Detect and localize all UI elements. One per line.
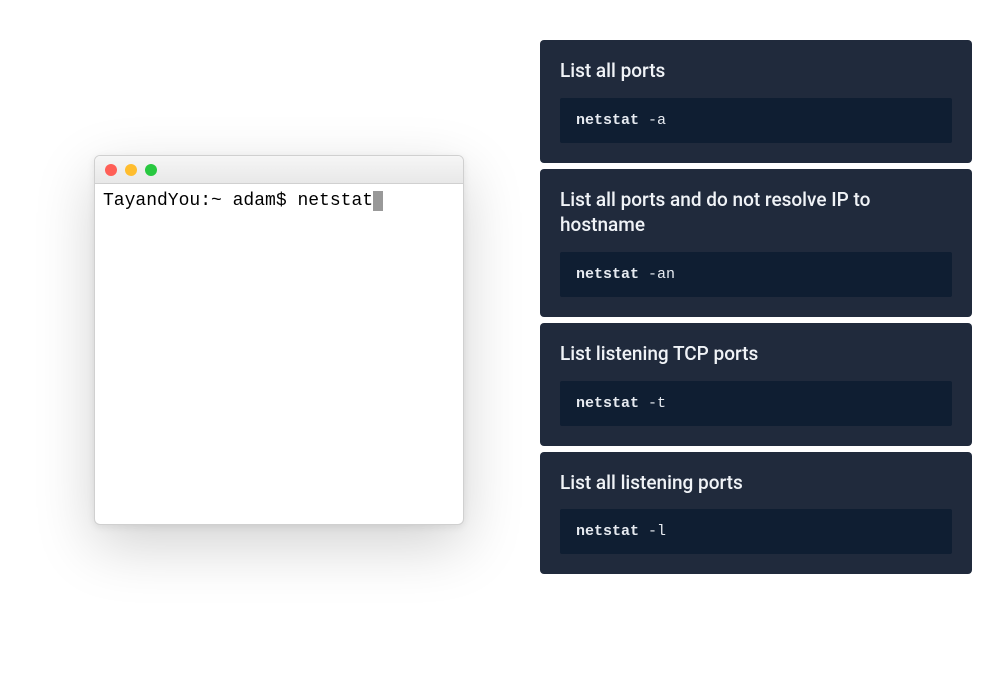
card-title: List all listening ports [560, 470, 952, 496]
command-args: -l [639, 523, 666, 540]
close-icon[interactable] [105, 164, 117, 176]
suggestion-card[interactable]: List all ports netstat -a [540, 40, 972, 163]
suggestion-card[interactable]: List all listening ports netstat -l [540, 452, 972, 575]
command-name: netstat [576, 395, 639, 412]
command-args: -a [639, 112, 666, 129]
card-title: List all ports [560, 58, 952, 84]
card-title: List all ports and do not resolve IP to … [560, 187, 952, 238]
terminal-typed: netstat [297, 191, 373, 211]
command-name: netstat [576, 266, 639, 283]
terminal-prompt: TayandYou:~ adam$ [103, 191, 297, 211]
command-args: -t [639, 395, 666, 412]
command-name: netstat [576, 523, 639, 540]
command-name: netstat [576, 112, 639, 129]
suggestion-card[interactable]: List listening TCP ports netstat -t [540, 323, 972, 446]
command-args: -an [639, 266, 675, 283]
cursor-icon [373, 191, 383, 211]
terminal-window[interactable]: TayandYou:~ adam$ netstat [94, 155, 464, 525]
card-code: netstat -l [560, 509, 952, 554]
card-code: netstat -t [560, 381, 952, 426]
suggestion-cards: List all ports netstat -a List all ports… [540, 40, 972, 574]
minimize-icon[interactable] [125, 164, 137, 176]
card-code: netstat -a [560, 98, 952, 143]
card-title: List listening TCP ports [560, 341, 952, 367]
suggestion-card[interactable]: List all ports and do not resolve IP to … [540, 169, 972, 317]
card-code: netstat -an [560, 252, 952, 297]
maximize-icon[interactable] [145, 164, 157, 176]
terminal-body[interactable]: TayandYou:~ adam$ netstat [95, 184, 463, 219]
terminal-titlebar [95, 156, 463, 184]
